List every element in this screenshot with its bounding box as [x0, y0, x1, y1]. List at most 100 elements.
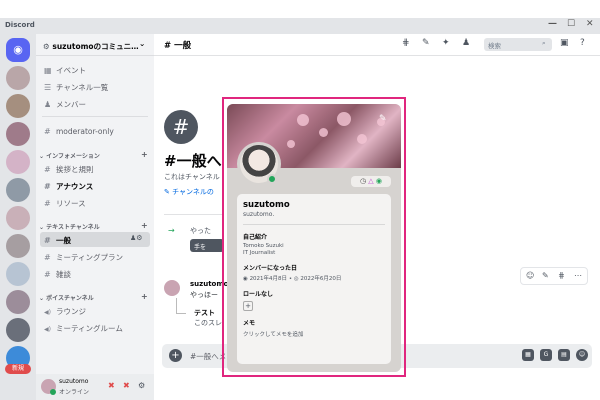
mute-mic-icon[interactable]: ✖ [108, 381, 115, 390]
server-name-header[interactable]: ⚙ suzutomoのコミュニ… ⌄ [36, 34, 154, 56]
members-icon: ♟ [44, 100, 52, 109]
channel-general[interactable]: # 一般 ♟⚙ [40, 232, 150, 247]
channel-header: # 一般 ⋕ ✎ ✦ ♟ 検索 ⌕ ▣ ? [154, 34, 600, 56]
hash-icon: # [44, 127, 51, 136]
settings-gear-icon[interactable]: ⚙ [138, 381, 145, 390]
avatar[interactable] [164, 280, 180, 296]
welcome-subtitle: これはチャンネル [164, 173, 220, 181]
category-label: インフォメーション [46, 153, 100, 160]
server-icon: ◎ [293, 276, 299, 282]
note-input[interactable]: クリックしてメモを追加 [243, 330, 385, 338]
app-title: Discord [5, 21, 35, 29]
speaker-icon: ◀) [44, 326, 51, 333]
server-icon[interactable] [6, 122, 30, 146]
sticker-icon[interactable]: ▤ [558, 349, 570, 361]
badge-icon: ◉ [375, 177, 383, 185]
add-reaction-icon[interactable]: ☺ [526, 271, 534, 280]
channel-label: リソース [56, 199, 86, 208]
thread-icon[interactable]: ⋕ [558, 271, 565, 280]
server-icon[interactable] [6, 66, 30, 90]
emoji-icon[interactable]: ☺ [576, 349, 588, 361]
server-icon[interactable] [6, 94, 30, 118]
notification-bell-icon[interactable]: ✎ [422, 38, 430, 48]
wave-button[interactable]: 手を [190, 239, 224, 252]
category-information[interactable]: ⌄ インフォメーション + [39, 150, 148, 160]
maximize-button[interactable]: ☐ [567, 19, 575, 29]
profile-display-name: suzutomo [243, 200, 290, 210]
badge-icon: ◷ [359, 177, 367, 185]
edit-channel-link[interactable]: ✎ チャンネルの [164, 187, 214, 197]
server-icon[interactable] [6, 150, 30, 174]
edit-profile-icon[interactable]: ✎ [379, 114, 387, 124]
server-join-date: 2022年6月20日 [300, 276, 342, 282]
add-channel-icon[interactable]: + [141, 150, 148, 159]
server-icon[interactable] [6, 206, 30, 230]
note-title: メモ [243, 320, 256, 327]
category-voice-channels[interactable]: ⌄ ボイスチャンネル + [39, 292, 148, 302]
sidebar-item-events[interactable]: ▦ イベント [40, 62, 150, 77]
profile-badges: ◷ △ ◉ [351, 176, 391, 187]
add-role-button[interactable]: + [243, 301, 253, 311]
about-line: Tomoko Suzuki [243, 243, 284, 249]
add-channel-icon[interactable]: + [141, 292, 148, 301]
server-icon[interactable] [6, 234, 30, 258]
server-icon: ⚙ [43, 42, 50, 51]
server-icon[interactable] [6, 262, 30, 286]
user-status: オンライン [59, 389, 90, 396]
channel-announcements[interactable]: # アナウンス [40, 178, 150, 193]
help-icon[interactable]: ? [580, 38, 585, 48]
thread-title[interactable]: テスト [194, 308, 215, 318]
edit-icon[interactable]: ✎ [542, 271, 549, 280]
sidebar-item-members[interactable]: ♟ メンバー [40, 96, 150, 111]
sidebar-item-label: イベント [56, 66, 86, 75]
add-attachment-icon[interactable]: + [169, 349, 182, 362]
separator-dot: • [288, 276, 293, 282]
server-icon[interactable] [6, 290, 30, 314]
search-input[interactable]: 検索 ⌕ [484, 38, 552, 51]
badge-icon: △ [368, 177, 374, 185]
channel-sidebar: ⚙ suzutomoのコミュニ… ⌄ ▦ イベント ☰ チャンネル一覧 ♟ メンバー … [36, 34, 154, 400]
divider [42, 116, 148, 117]
pin-icon[interactable]: ✦ [442, 38, 450, 48]
inbox-icon[interactable]: ▣ [560, 38, 569, 48]
message-text: やっほー [190, 291, 218, 299]
sidebar-item-channel-list[interactable]: ☰ チャンネル一覧 [40, 79, 150, 94]
channel-meeting-plan[interactable]: # ミーティングプラン [40, 249, 150, 264]
deafen-icon[interactable]: ✖ [123, 381, 130, 390]
channel-rules[interactable]: # 挨拶と規則 [40, 161, 150, 176]
close-button[interactable]: ✕ [586, 19, 594, 29]
threads-icon[interactable]: ⋕ [402, 38, 410, 48]
server-name: suzutomoのコミュニ… [52, 42, 139, 51]
channel-resources[interactable]: # リソース [40, 195, 150, 210]
gif-icon[interactable]: G [540, 349, 552, 361]
channel-label: ミーティングルーム [56, 324, 123, 333]
discord-home-icon[interactable]: ◉ [6, 38, 30, 62]
voice-channel-meeting-room[interactable]: ◀) ミーティングルーム [40, 320, 150, 335]
message-actions-toolbar: ☺ ✎ ⋕ ⋯ [520, 267, 588, 285]
system-message: やった [190, 227, 211, 235]
channel-label: 挨拶と規則 [56, 165, 94, 174]
channel-label: アナウンス [56, 182, 94, 191]
profile-username: suzutomo. [243, 211, 275, 218]
speaker-icon: ◀) [44, 309, 51, 316]
server-icon[interactable] [6, 178, 30, 202]
thread-subtitle: このスレ [194, 319, 222, 327]
hash-icon: # [44, 199, 51, 208]
category-label: ボイスチャンネル [46, 295, 94, 302]
gift-icon[interactable]: ▦ [522, 349, 534, 361]
sidebar-item-label: メンバー [56, 100, 86, 109]
channel-chat[interactable]: # 雑談 [40, 266, 150, 281]
add-channel-icon[interactable]: + [141, 221, 148, 230]
category-text-channels[interactable]: ⌄ テキストチャンネル + [39, 221, 148, 231]
search-icon: ⌕ [542, 39, 546, 47]
hash-icon: # [44, 236, 51, 245]
voice-channel-lounge[interactable]: ◀) ラウンジ [40, 303, 150, 318]
channel-moderator-only[interactable]: # moderator-only [40, 124, 150, 139]
member-list-icon[interactable]: ♟ [462, 38, 470, 48]
minimize-button[interactable]: — [548, 19, 557, 29]
add-member-icon[interactable]: ♟⚙ [130, 234, 143, 242]
server-icon[interactable] [6, 318, 30, 342]
search-placeholder: 検索 [488, 42, 501, 50]
more-icon[interactable]: ⋯ [574, 271, 582, 280]
online-status-icon [50, 389, 56, 395]
